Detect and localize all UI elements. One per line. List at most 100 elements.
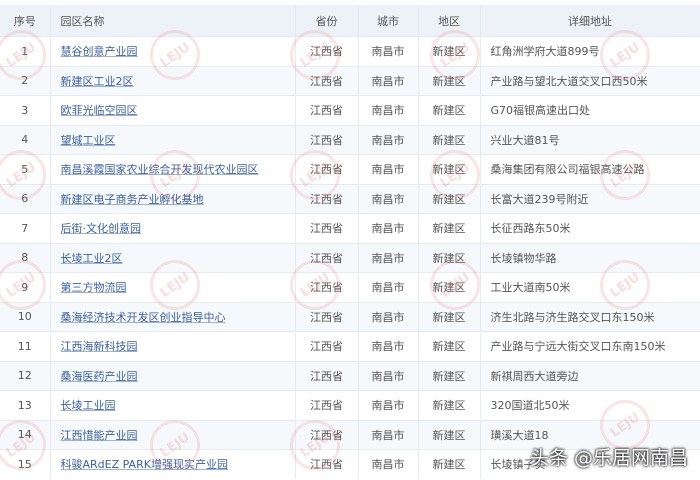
park-name-cell: 新建区电子商务产业孵化基地 <box>50 183 296 214</box>
district-cell: 新建区 <box>418 154 481 184</box>
province-cell: 江西省 <box>295 331 359 361</box>
park-name-cell: 望城工业区 <box>50 124 296 155</box>
park-name-cell: 桑海经济技术开发区创业指导中心 <box>50 301 296 332</box>
province-cell: 江西省 <box>295 213 359 243</box>
address-cell: 兴业大道81号 <box>480 124 700 155</box>
table-row: 12 桑海医药产业园 江西省 南昌市 新建区 新祺周西大道旁边 <box>0 360 700 391</box>
row-number: 1 <box>0 36 51 66</box>
table-row: 13 长堎工业园 江西省 南昌市 新建区 320国道北50米 <box>0 390 700 420</box>
park-name-link[interactable]: 江西海新科技园 <box>61 340 138 353</box>
province-cell: 江西省 <box>295 124 359 155</box>
park-name-link[interactable]: 长堎工业2区 <box>61 252 123 265</box>
address-cell: 长征西路东50米 <box>480 213 700 243</box>
address-cell: 长富大道239号附近 <box>480 183 700 214</box>
row-number: 14 <box>0 419 51 450</box>
province-cell: 江西省 <box>295 272 359 302</box>
park-name-link[interactable]: 望城工业区 <box>61 134 116 147</box>
province-cell: 江西省 <box>295 242 359 273</box>
row-number: 10 <box>0 301 51 332</box>
province-cell: 江西省 <box>295 360 359 391</box>
row-number: 4 <box>0 124 51 155</box>
city-cell: 南昌市 <box>358 272 419 302</box>
province-cell: 江西省 <box>295 154 359 184</box>
table-row: 7 后街·文化创意园 江西省 南昌市 新建区 长征西路东50米 <box>0 213 700 243</box>
row-number: 5 <box>0 154 51 184</box>
district-cell: 新建区 <box>418 183 481 214</box>
park-name-link[interactable]: 第三方物流园 <box>61 281 127 294</box>
city-cell: 南昌市 <box>358 65 419 96</box>
address-cell: 长堎镇物华路 <box>480 242 700 273</box>
city-cell: 南昌市 <box>358 331 419 361</box>
district-cell: 新建区 <box>418 390 481 420</box>
park-name-cell: 长堎工业2区 <box>50 242 296 273</box>
row-number: 6 <box>0 183 51 214</box>
province-cell: 江西省 <box>295 65 359 96</box>
table-header-row: 序号 园区名称 省份 城市 地区 详细地址 <box>0 5 700 37</box>
table-row: 9 第三方物流园 江西省 南昌市 新建区 工业大道南50米 <box>0 272 700 302</box>
header-city: 城市 <box>358 5 419 37</box>
district-cell: 新建区 <box>418 95 481 125</box>
park-name-link[interactable]: 新建区工业2区 <box>61 75 134 88</box>
park-name-link[interactable]: 欧菲光临空园区 <box>61 104 138 117</box>
city-cell: 南昌市 <box>358 183 419 214</box>
park-name-cell: 新建区工业2区 <box>50 65 296 96</box>
city-cell: 南昌市 <box>358 213 419 243</box>
province-cell: 江西省 <box>295 419 359 450</box>
park-name-cell: 南昌溪霞国家农业综合开发现代农业园区 <box>50 154 296 184</box>
park-name-cell: 欧菲光临空园区 <box>50 95 296 125</box>
district-cell: 新建区 <box>418 36 481 66</box>
park-name-link[interactable]: 科骏ARdEZ PARK增强现实产业园 <box>61 458 228 471</box>
park-name-cell: 江西海新科技园 <box>50 331 296 361</box>
address-cell: 产业路与宁远大街交叉口东南150米 <box>480 331 700 361</box>
park-name-link[interactable]: 新建区电子商务产业孵化基地 <box>61 193 204 206</box>
address-cell: G70福银高速出口处 <box>480 95 700 125</box>
row-number: 8 <box>0 242 51 273</box>
table-row: 2 新建区工业2区 江西省 南昌市 新建区 产业路与望北大道交叉口西50米 <box>0 65 700 96</box>
industrial-park-table: 序号 园区名称 省份 城市 地区 详细地址 1 慧谷创意产业园 江西省 南昌市 新建区红… <box>0 5 700 479</box>
row-number: 12 <box>0 360 51 391</box>
park-name-link[interactable]: 长堎工业园 <box>61 399 116 412</box>
table-row: 10 桑海经济技术开发区创业指导中心 江西省 南昌市 新建区 济生北路与济生路交叉口东15… <box>0 301 700 332</box>
province-cell: 江西省 <box>295 390 359 420</box>
city-cell: 南昌市 <box>358 95 419 125</box>
district-cell: 新建区 <box>418 419 481 450</box>
credit-watermark: 头条 @乐居网南昌 <box>529 447 688 469</box>
park-name-cell: 江西惜能产业园 <box>50 419 296 450</box>
city-cell: 南昌市 <box>358 124 419 155</box>
province-cell: 江西省 <box>295 36 359 66</box>
row-number: 15 <box>0 449 51 479</box>
address-cell: 产业路与望北大道交叉口西50米 <box>480 65 700 96</box>
table-row: 6 新建区电子商务产业孵化基地 江西省 南昌市 新建区 长富大道239号附近 <box>0 183 700 214</box>
table-row: 3 欧菲光临空园区 江西省 南昌市 新建区 G70福银高速出口处 <box>0 95 700 125</box>
park-name-link[interactable]: 后街·文化创意园 <box>61 222 142 235</box>
district-cell: 新建区 <box>418 449 481 479</box>
park-name-link[interactable]: 慧谷创意产业园 <box>61 45 138 58</box>
city-cell: 南昌市 <box>358 390 419 420</box>
city-cell: 南昌市 <box>358 360 419 391</box>
park-name-link[interactable]: 江西惜能产业园 <box>61 429 138 442</box>
district-cell: 新建区 <box>418 65 481 96</box>
city-cell: 南昌市 <box>358 36 419 66</box>
row-number: 11 <box>0 331 51 361</box>
address-cell: 桑海集团有限公司福银高速公路 <box>480 154 700 184</box>
park-name-cell: 桑海医药产业园 <box>50 360 296 391</box>
row-number: 7 <box>0 213 51 243</box>
address-cell: 新祺周西大道旁边 <box>480 360 700 391</box>
park-name-cell: 长堎工业园 <box>50 390 296 420</box>
district-cell: 新建区 <box>418 242 481 273</box>
park-name-cell: 后街·文化创意园 <box>50 213 296 243</box>
province-cell: 江西省 <box>295 301 359 332</box>
address-cell: 红角洲学府大道899号 <box>480 36 700 66</box>
city-cell: 南昌市 <box>358 419 419 450</box>
province-cell: 江西省 <box>295 95 359 125</box>
district-cell: 新建区 <box>418 213 481 243</box>
address-cell: 工业大道南50米 <box>480 272 700 302</box>
park-name-link[interactable]: 桑海医药产业园 <box>61 370 138 383</box>
table-row: 1 慧谷创意产业园 江西省 南昌市 新建区 红角洲学府大道899号 <box>0 36 700 66</box>
header-province: 省份 <box>295 5 359 37</box>
park-name-link[interactable]: 南昌溪霞国家农业综合开发现代农业园区 <box>61 163 259 176</box>
district-cell: 新建区 <box>418 360 481 391</box>
header-name: 园区名称 <box>50 5 296 37</box>
province-cell: 江西省 <box>295 449 359 479</box>
park-name-link[interactable]: 桑海经济技术开发区创业指导中心 <box>61 311 226 324</box>
